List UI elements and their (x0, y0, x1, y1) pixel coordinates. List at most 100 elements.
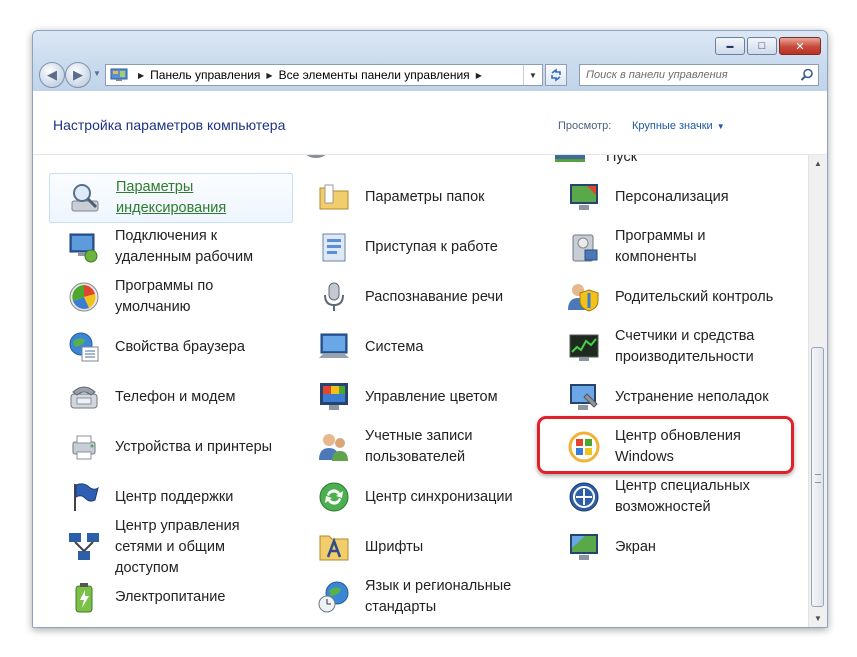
item-fonts[interactable]: Шрифты (299, 523, 539, 571)
item-label: Программы и компоненты (615, 228, 706, 265)
item-label: Параметры папок (365, 188, 485, 205)
item-user-accounts[interactable]: Учетные записи пользователей (299, 423, 539, 471)
back-button[interactable]: ◀ (39, 62, 65, 88)
partial-item-icon (306, 155, 326, 158)
view-by-label: Просмотр: (558, 120, 612, 132)
maximize-button[interactable]: □ (747, 37, 777, 55)
item-color-management[interactable]: Управление цветом (299, 373, 539, 421)
close-button[interactable]: ✕ (779, 37, 821, 55)
refresh-button[interactable] (545, 64, 567, 86)
breadcrumb-separator-icon[interactable]: ▶ (266, 71, 272, 80)
partial-item-icon (555, 155, 585, 162)
item-region-language[interactable]: Язык и региональные стандарты (299, 573, 539, 621)
partial-item-label[interactable]: Пуск (606, 155, 637, 165)
item-troubleshooting[interactable]: Устранение неполадок (549, 373, 789, 421)
minimize-button[interactable]: ▬ (715, 37, 745, 55)
region-language-icon (318, 581, 349, 613)
folder-options-icon (319, 184, 349, 210)
item-label: Учетные записи пользователей (365, 428, 473, 465)
power-options-icon (75, 583, 93, 613)
default-programs-icon (69, 282, 99, 312)
microphone-icon (324, 282, 344, 311)
item-label: Свойства браузера (115, 338, 245, 355)
forward-button[interactable]: ▶ (65, 62, 91, 88)
item-ease-of-access[interactable]: Центр специальных возможностей (549, 473, 789, 521)
item-label: Параметры индексирования (116, 179, 227, 216)
item-system[interactable]: Система (299, 323, 539, 371)
page-header: Настройка параметров компьютера Просмотр… (33, 91, 827, 155)
item-speech-recognition[interactable]: Распознавание речи (299, 273, 539, 321)
breadcrumb-separator-icon: ▶ (138, 70, 145, 80)
performance-icon (569, 334, 599, 361)
item-label: Распознавание речи (365, 288, 504, 305)
view-by-value: Крупные значки (632, 120, 713, 132)
item-label: Система (365, 338, 424, 355)
item-label: Центр синхронизации (365, 488, 513, 505)
item-programs-features[interactable]: Программы и компоненты (549, 223, 789, 271)
phone-modem-icon (70, 386, 98, 409)
item-label: Центр поддержки (115, 488, 234, 505)
search-placeholder: Поиск в панели управления (586, 69, 728, 81)
grip-icon (815, 474, 821, 483)
item-label: Язык и региональные стандарты (365, 578, 512, 615)
item-label: Телефон и модем (115, 388, 236, 405)
scroll-up-arrow-icon[interactable]: ▲ (809, 155, 827, 172)
control-panel-window: ▬ □ ✕ ◀ ▶ ▼ ▶ Панель управления ▶ Все эл… (32, 30, 828, 628)
action-center-flag-icon (74, 483, 99, 511)
internet-options-icon (69, 332, 99, 362)
item-personalization[interactable]: Персонализация (549, 173, 789, 221)
search-icon[interactable] (800, 68, 814, 82)
refresh-icon (551, 68, 561, 82)
scroll-down-arrow-icon[interactable]: ▼ (809, 610, 827, 627)
breadcrumb-all-items[interactable]: Все элементы панели управления (279, 68, 470, 82)
address-dropdown-button[interactable]: ▼ (523, 65, 542, 85)
fonts-icon (319, 535, 349, 561)
item-label: Электропитание (115, 588, 226, 605)
color-management-icon (320, 383, 348, 410)
item-indexing-options[interactable]: Параметры индексирования (49, 173, 293, 223)
forward-arrow-icon: ▶ (73, 67, 83, 82)
item-parental-controls[interactable]: Родительский контроль (549, 273, 789, 321)
recent-pages-dropdown[interactable]: ▼ (93, 69, 101, 78)
view-by-dropdown[interactable]: Крупные значки ▼ (632, 120, 725, 132)
item-sync-center[interactable]: Центр синхронизации (299, 473, 539, 521)
item-power-options[interactable]: Электропитание (49, 573, 289, 621)
item-label: Родительский контроль (615, 288, 774, 305)
item-remote-desktop[interactable]: Подключения к удаленным рабочим (49, 223, 289, 271)
item-devices-printers[interactable]: Устройства и принтеры (49, 423, 289, 471)
item-performance[interactable]: Счетчики и средства производительности (549, 323, 789, 371)
item-internet-options[interactable]: Свойства браузера (49, 323, 289, 371)
item-label: Устройства и принтеры (115, 438, 273, 455)
back-arrow-icon: ◀ (47, 67, 57, 82)
breadcrumb-separator-icon[interactable]: ▶ (476, 71, 482, 80)
item-label: Подключения к удаленным рабочим (115, 228, 254, 265)
item-label: Программы по умолчанию (115, 278, 214, 315)
getting-started-icon (322, 233, 346, 262)
item-network-center[interactable]: Центр управления сетями и общим доступом (49, 518, 289, 576)
item-action-center[interactable]: Центр поддержки (49, 473, 289, 521)
item-label: Устранение неполадок (615, 388, 769, 405)
vertical-scrollbar[interactable]: ▲ ▼ (808, 155, 827, 627)
item-phone-modem[interactable]: Телефон и модем (49, 373, 289, 421)
chevron-down-icon: ▼ (716, 122, 725, 131)
item-label: Центр специальных возможностей (615, 478, 750, 515)
sync-center-icon (319, 482, 349, 512)
item-getting-started[interactable]: Приступая к работе (299, 223, 539, 271)
item-default-programs[interactable]: Программы по умолчанию (49, 273, 289, 321)
control-panel-icon (110, 68, 128, 81)
title-bar: ▬ □ ✕ ◀ ▶ ▼ ▶ Панель управления ▶ Все эл… (33, 31, 827, 91)
item-label: Счетчики и средства производительности (615, 328, 755, 365)
system-icon (319, 333, 349, 358)
search-input[interactable]: Поиск в панели управления (579, 64, 819, 86)
scrollbar-thumb[interactable] (811, 347, 824, 607)
parental-controls-icon (568, 284, 599, 312)
address-bar[interactable]: ▶ Панель управления ▶ Все элементы панел… (105, 64, 543, 86)
item-label: Управление цветом (365, 388, 498, 405)
network-center-icon (69, 533, 99, 560)
item-display[interactable]: Экран (549, 523, 789, 571)
item-label: Экран (615, 538, 656, 555)
item-folder-options[interactable]: Параметры папок (299, 173, 539, 221)
item-label: Шрифты (365, 538, 424, 555)
caption-buttons: ▬ □ ✕ (715, 37, 821, 55)
breadcrumb-control-panel[interactable]: Панель управления (150, 68, 260, 82)
